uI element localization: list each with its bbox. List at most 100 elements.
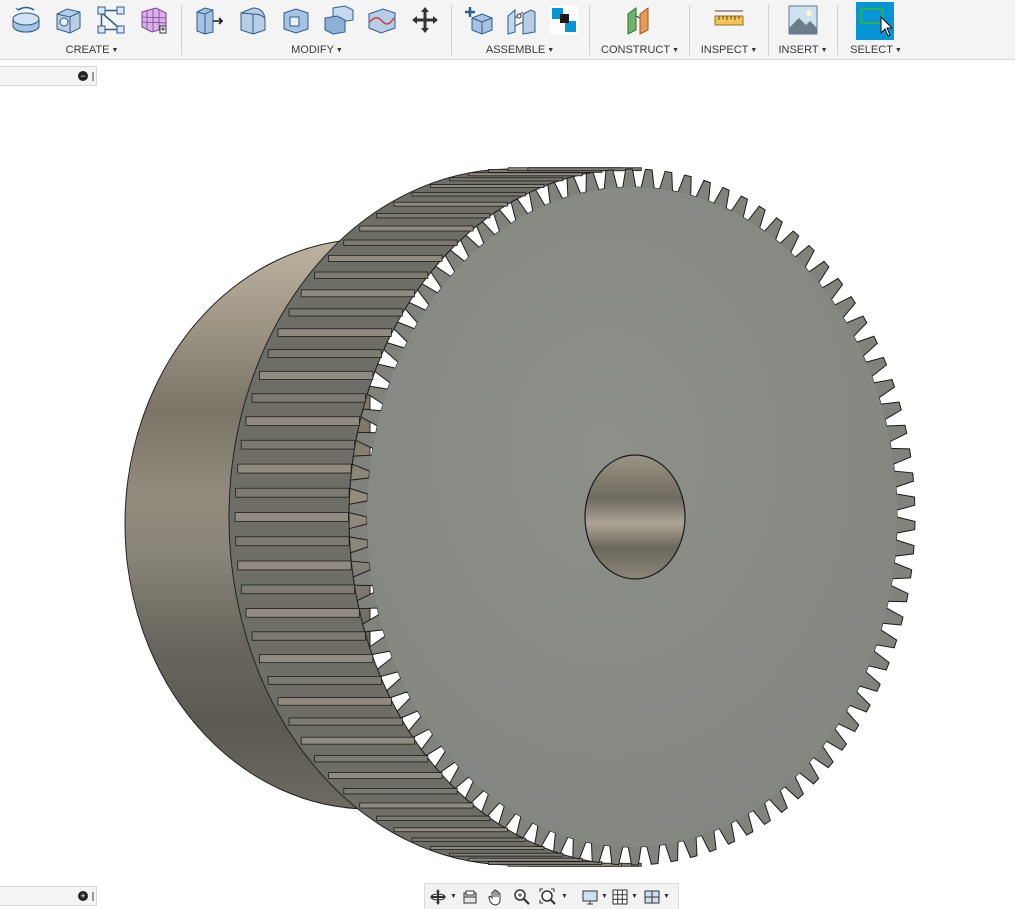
expand-comments-button[interactable]: + bbox=[78, 891, 88, 901]
as-built-joint-icon[interactable] bbox=[548, 4, 580, 36]
select-label: SELECT bbox=[850, 44, 893, 56]
select-group: SELECT ▼ bbox=[842, 0, 910, 60]
gear-tooth-ridge bbox=[411, 192, 526, 197]
inspect-menu[interactable]: INSPECT ▼ bbox=[694, 44, 764, 56]
gear-tooth-ridge bbox=[245, 608, 360, 618]
assemble-menu[interactable]: ASSEMBLE ▼ bbox=[456, 44, 584, 56]
form-icon[interactable] bbox=[138, 4, 170, 36]
inspect-group: INSPECT ▼ bbox=[694, 0, 764, 60]
comments-panel: + bbox=[0, 886, 97, 906]
pan-icon[interactable] bbox=[487, 888, 505, 906]
gear-tooth-ridge bbox=[288, 308, 403, 317]
construct-group: CONSTRUCT ▼ bbox=[594, 0, 686, 60]
gear-tooth-ridge bbox=[393, 201, 508, 207]
sketch-icon[interactable] bbox=[95, 4, 127, 36]
gear-tooth-ridge bbox=[314, 755, 429, 763]
split-face-icon[interactable] bbox=[366, 4, 398, 36]
grid-settings-icon[interactable]: ▼ bbox=[611, 888, 639, 906]
panel-grip[interactable] bbox=[92, 892, 94, 901]
gear-tooth-ridge bbox=[267, 676, 382, 685]
gear-tooth-ridge bbox=[468, 172, 583, 177]
gear-tooth-ridge bbox=[411, 837, 526, 842]
modify-menu[interactable]: MODIFY ▼ bbox=[188, 44, 446, 56]
gear-model[interactable] bbox=[0, 60, 1015, 880]
gear-tooth-ridge bbox=[314, 271, 429, 279]
gear-tooth-ridge bbox=[240, 584, 355, 595]
look-at-icon[interactable] bbox=[461, 888, 479, 906]
gear-tooth-ridge bbox=[235, 536, 350, 547]
separator bbox=[181, 5, 182, 55]
fit-icon[interactable]: ▼ bbox=[539, 888, 569, 906]
modify-label: MODIFY bbox=[291, 44, 334, 56]
gear-tooth-ridge bbox=[259, 370, 374, 380]
insert-menu[interactable]: INSERT ▼ bbox=[772, 44, 834, 56]
orbit-icon[interactable]: ▼ bbox=[429, 888, 459, 906]
fillet-icon[interactable] bbox=[237, 4, 269, 36]
viewports-icon[interactable]: ▼ bbox=[643, 888, 673, 906]
gear-tooth-ridge bbox=[267, 349, 382, 358]
select-window-icon[interactable] bbox=[856, 2, 894, 40]
construct-menu[interactable]: CONSTRUCT ▼ bbox=[594, 44, 686, 56]
gear-tooth-ridge bbox=[393, 827, 508, 833]
gear-tooth-ridge bbox=[468, 857, 583, 862]
gear-tooth-ridge bbox=[235, 487, 350, 498]
gear-tooth-ridge bbox=[237, 463, 352, 474]
shell-icon[interactable] bbox=[280, 4, 312, 36]
assemble-group: ASSEMBLE ▼ bbox=[456, 0, 584, 60]
gear-tooth-ridge bbox=[488, 861, 603, 865]
press-pull-icon[interactable] bbox=[193, 4, 225, 36]
gear-tooth-ridge bbox=[449, 852, 564, 857]
measure-icon[interactable] bbox=[713, 4, 745, 36]
center-bore bbox=[584, 454, 686, 580]
inspect-label: INSPECT bbox=[700, 44, 749, 56]
gear-tooth-ridge bbox=[343, 788, 458, 795]
gear-tooth-ridge bbox=[430, 846, 545, 850]
gear-tooth-ridge bbox=[328, 772, 443, 780]
gear-tooth-ridge bbox=[277, 328, 392, 337]
gear-tooth-ridge bbox=[376, 815, 491, 822]
gear-tooth-ridge bbox=[376, 212, 491, 219]
separator bbox=[689, 5, 690, 55]
gear-tooth-ridge bbox=[288, 717, 403, 726]
gear-tooth-ridge bbox=[328, 254, 443, 262]
separator bbox=[589, 5, 590, 55]
assemble-label: ASSEMBLE bbox=[485, 44, 546, 56]
create-label: CREATE bbox=[65, 44, 110, 56]
move-icon[interactable] bbox=[409, 4, 441, 36]
zoom-icon[interactable] bbox=[513, 888, 537, 906]
gear-tooth-ridge bbox=[234, 512, 349, 522]
gear-tooth-ridge bbox=[430, 184, 545, 188]
separator bbox=[837, 5, 838, 55]
display-settings-icon[interactable]: ▼ bbox=[581, 888, 611, 906]
gear-tooth-ridge bbox=[251, 631, 366, 641]
gear-tooth-ridge bbox=[277, 697, 392, 706]
select-menu[interactable]: SELECT ▼ bbox=[842, 44, 910, 56]
gear-tooth-ridge bbox=[245, 416, 360, 426]
insert-image-icon[interactable] bbox=[787, 4, 819, 36]
gear-tooth-ridge bbox=[251, 393, 366, 403]
joint-icon[interactable] bbox=[505, 4, 537, 36]
extrude-icon[interactable] bbox=[10, 4, 42, 36]
gear-tooth-ridge bbox=[300, 289, 416, 298]
gear-tooth-ridge bbox=[359, 802, 474, 809]
new-component-icon[interactable] bbox=[462, 4, 494, 36]
combine-icon[interactable] bbox=[323, 4, 355, 36]
gear-tooth-ridge bbox=[359, 225, 474, 232]
offset-plane-icon[interactable] bbox=[624, 4, 656, 36]
gear-tooth-ridge bbox=[237, 560, 352, 571]
gear-tooth-ridge bbox=[259, 654, 374, 664]
insert-label: INSERT bbox=[778, 44, 819, 56]
navigation-bar: ▼ ▼ ▼ ▼ ▼ bbox=[424, 883, 679, 909]
separator bbox=[768, 5, 769, 55]
gear-tooth-ridge bbox=[527, 167, 642, 172]
create-group: CREATE ▼ bbox=[6, 0, 178, 60]
gear-tooth-ridge bbox=[343, 239, 458, 246]
insert-group: INSERT ▼ bbox=[772, 0, 834, 60]
canvas-viewport[interactable] bbox=[0, 60, 1015, 880]
toolbar: CREATE ▼ MODIFY ▼ ASSEMBLE ▼ CONSTRUCT ▼… bbox=[0, 0, 1015, 60]
create-menu[interactable]: CREATE ▼ bbox=[6, 44, 178, 56]
gear-tooth-ridge bbox=[449, 177, 564, 182]
box-icon[interactable] bbox=[52, 4, 84, 36]
separator bbox=[451, 5, 452, 55]
construct-label: CONSTRUCT bbox=[601, 44, 671, 56]
